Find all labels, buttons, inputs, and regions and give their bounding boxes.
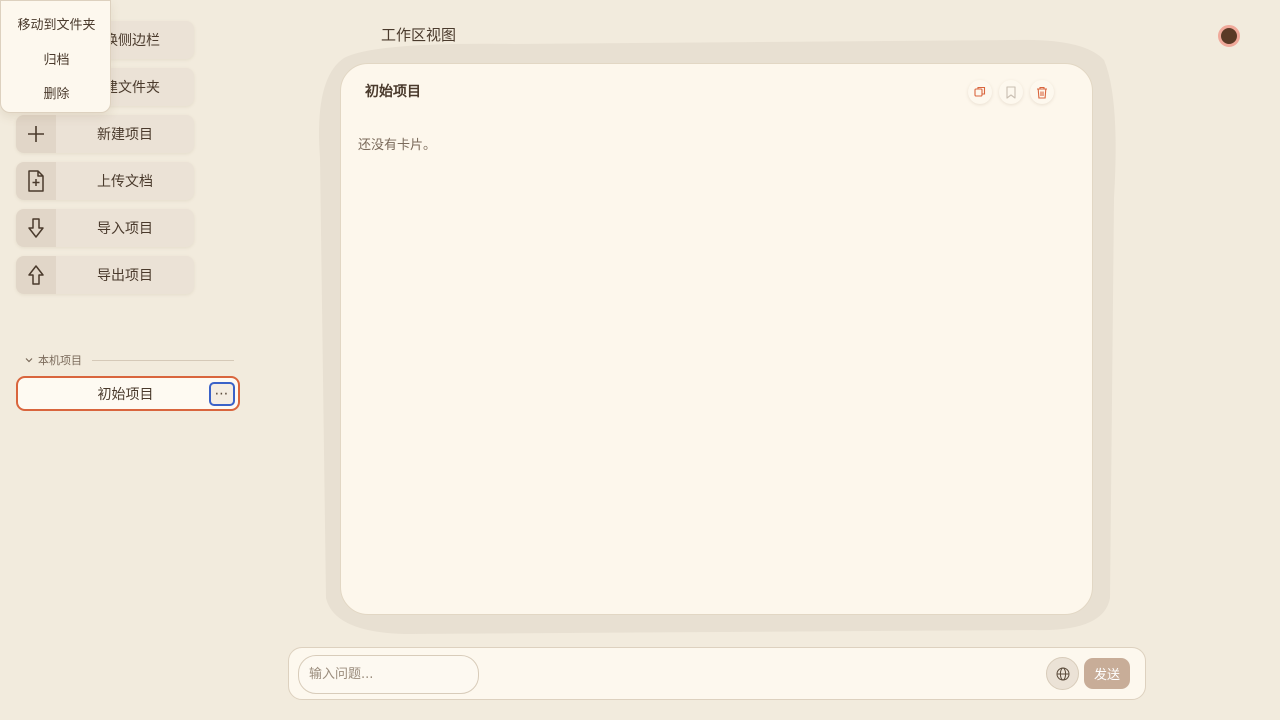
delete-button[interactable] xyxy=(1030,80,1054,104)
question-input[interactable] xyxy=(298,655,479,694)
import-project-label: 导入项目 xyxy=(97,221,153,237)
card-title: 初始项目 xyxy=(365,84,421,100)
copy-button[interactable] xyxy=(968,80,992,104)
arrow-down-icon xyxy=(16,209,56,247)
section-divider xyxy=(92,359,234,361)
section-label: 本机项目 xyxy=(38,354,82,367)
export-project-label: 导出项目 xyxy=(97,268,153,284)
menu-item-delete[interactable]: 删除 xyxy=(1,83,112,102)
bookmark-button[interactable] xyxy=(999,80,1023,104)
local-projects-section[interactable]: 本机项目 xyxy=(24,352,234,368)
upload-document-label: 上传文档 xyxy=(97,174,153,190)
more-options-button[interactable]: ⋯ xyxy=(209,381,235,406)
empty-state-text: 还没有卡片。 xyxy=(358,138,437,153)
export-project-button[interactable]: 导出项目 xyxy=(16,256,194,294)
user-avatar[interactable] xyxy=(1218,25,1240,47)
new-project-button[interactable]: 新建项目 xyxy=(16,115,194,153)
menu-item-archive[interactable]: 归档 xyxy=(1,49,112,68)
bookmark-icon xyxy=(1006,85,1016,99)
upload-document-button[interactable]: 上传文档 xyxy=(16,162,194,200)
menu-item-move-to-folder[interactable]: 移动到文件夹 xyxy=(1,14,112,33)
plus-icon xyxy=(16,115,56,153)
globe-icon xyxy=(1056,667,1069,680)
chat-bar: 发送 xyxy=(288,647,1146,700)
trash-icon xyxy=(1037,86,1047,99)
project-item-label: 初始项目 xyxy=(97,386,154,403)
copy-icon xyxy=(974,86,986,97)
chevron-down-icon xyxy=(25,358,33,363)
send-button[interactable]: 发送 xyxy=(1084,658,1130,689)
web-search-toggle[interactable] xyxy=(1046,657,1079,690)
import-project-button[interactable]: 导入项目 xyxy=(16,209,194,247)
project-card: 初始项目 还没有卡片。 xyxy=(340,63,1093,615)
project-context-menu: 移动到文件夹 归档 删除 xyxy=(0,0,111,113)
file-plus-icon xyxy=(16,162,56,200)
arrow-up-icon xyxy=(16,256,56,294)
new-project-label: 新建项目 xyxy=(97,127,153,143)
project-item[interactable]: 初始项目 ⋯ xyxy=(16,376,240,411)
